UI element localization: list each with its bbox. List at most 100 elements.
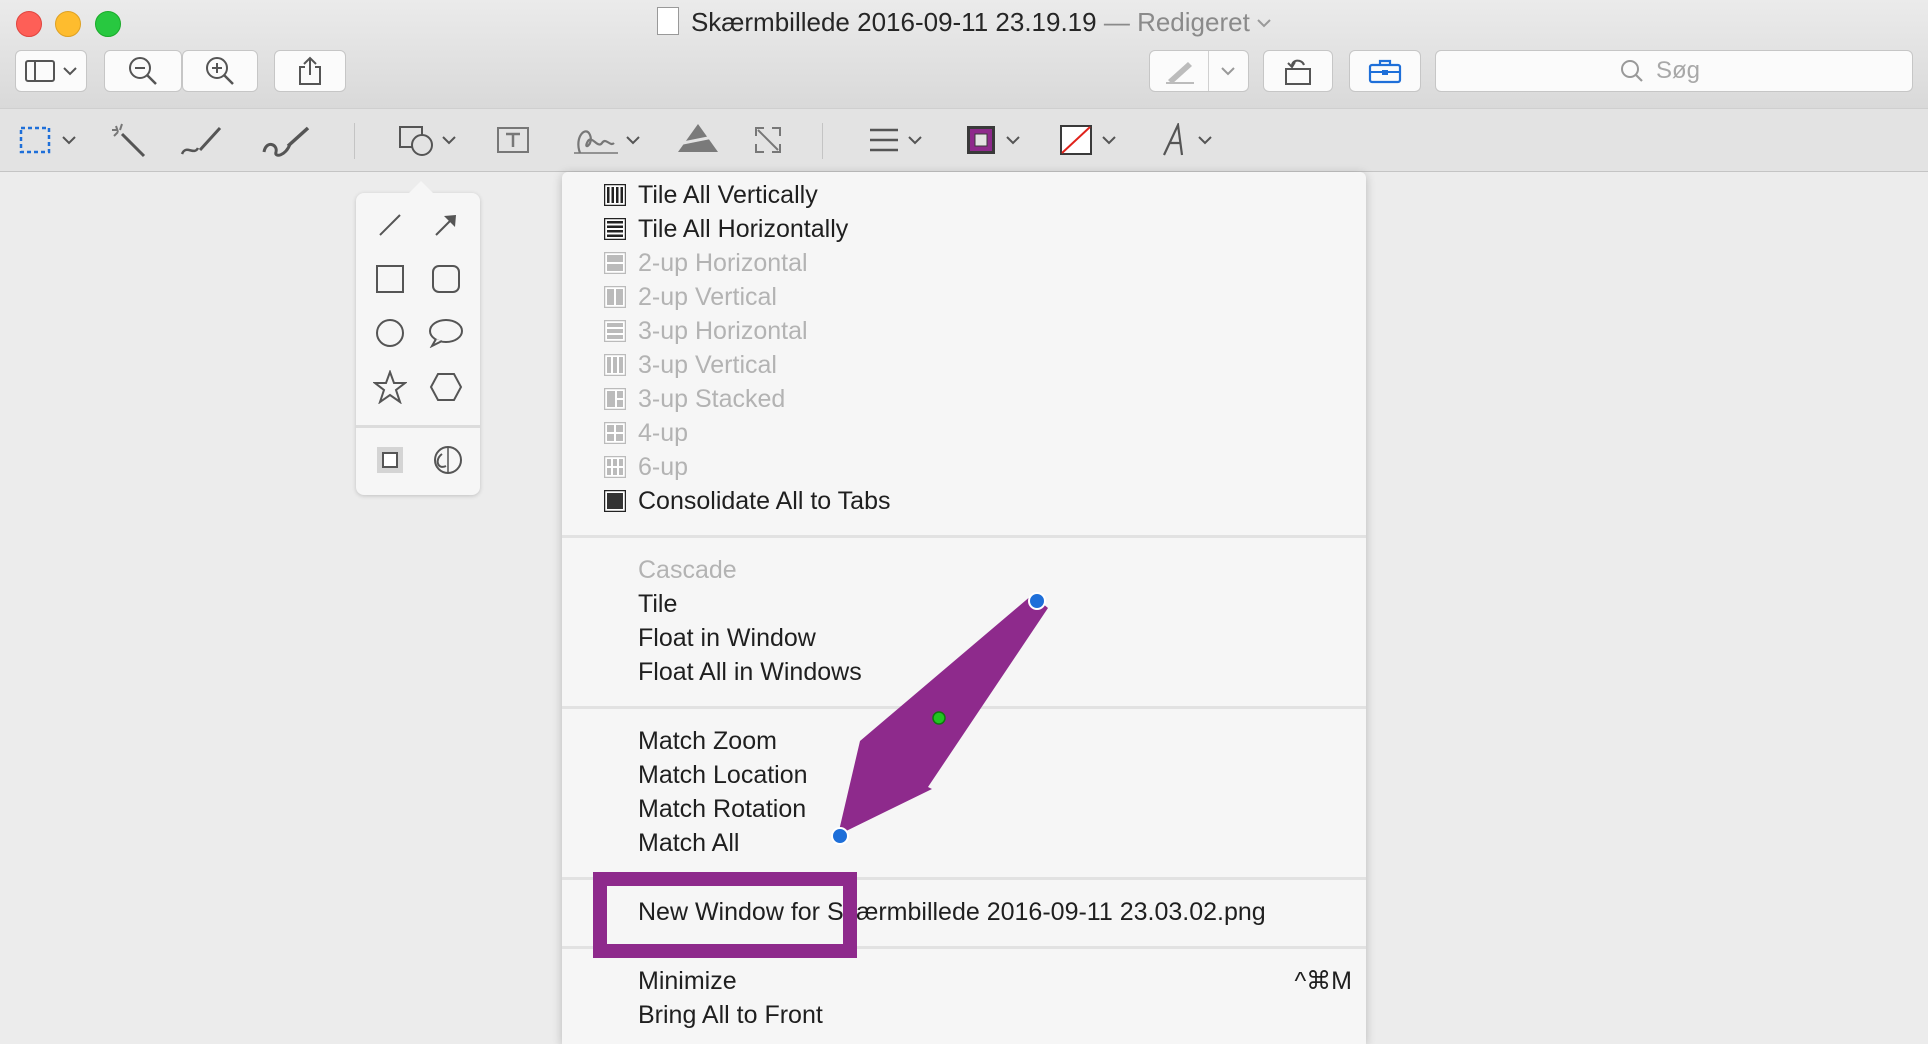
menu-item-match-location[interactable]: Match Location	[638, 758, 808, 792]
share-button[interactable]	[274, 50, 346, 92]
mask-shape-button[interactable]	[368, 438, 412, 482]
zoom-in-button[interactable]	[182, 50, 258, 92]
search-icon	[1621, 60, 1643, 82]
adjust-color-button[interactable]	[676, 121, 720, 159]
menu-separator	[562, 877, 1366, 880]
fill-color-icon	[1060, 125, 1092, 155]
instant-alpha-icon	[112, 123, 146, 158]
instant-alpha-button[interactable]	[110, 121, 148, 159]
two-up-vertical-icon	[604, 286, 626, 308]
signature-tool-button[interactable]	[572, 121, 640, 159]
menu-item-new-window-for-file[interactable]: New Window for Skærmbillede 2016-09-11 2…	[638, 895, 1266, 929]
line-style-button[interactable]	[868, 121, 922, 159]
menu-item-match-zoom[interactable]: Match Zoom	[638, 724, 777, 758]
menu-item-label: Match All	[638, 829, 740, 857]
rounded-rectangle-shape-button[interactable]	[424, 257, 468, 301]
text-icon	[497, 127, 529, 153]
sidebar-view-button[interactable]	[15, 50, 87, 92]
zoom-in-icon	[206, 57, 234, 85]
menu-item-tile-all-vertically[interactable]: Tile All Vertically	[604, 178, 818, 212]
line-shape-button[interactable]	[368, 203, 412, 247]
toolbox-button[interactable]	[1349, 50, 1421, 92]
menu-item-tile[interactable]: Tile	[638, 587, 677, 621]
star-icon	[373, 370, 407, 404]
menu-item-label: 2-up Horizontal	[638, 249, 808, 277]
menu-item-bring-all-to-front[interactable]: Bring All to Front	[638, 998, 823, 1032]
speech-bubble-shape-button[interactable]	[424, 311, 468, 355]
four-up-icon	[604, 422, 626, 444]
tile-vertically-icon	[604, 184, 626, 206]
menu-item-float-in-window[interactable]: Float in Window	[638, 621, 816, 655]
six-up-icon	[604, 456, 626, 478]
border-color-button[interactable]	[966, 121, 1020, 159]
edited-status[interactable]: — Redigeret	[1104, 7, 1250, 37]
rotate-button[interactable]	[1263, 50, 1333, 92]
menu-item-float-all-in-windows[interactable]: Float All in Windows	[638, 655, 862, 689]
window-title: Skærmbillede 2016-09-11 23.19.19 — Redig…	[0, 7, 1928, 38]
minimize-shortcut: ^⌘M	[1294, 967, 1352, 995]
text-style-button[interactable]	[1160, 121, 1212, 159]
hexagon-icon	[429, 373, 463, 401]
share-icon	[299, 56, 321, 85]
adjust-color-icon	[677, 124, 719, 152]
menu-separator	[562, 535, 1366, 538]
signature-icon	[574, 130, 618, 154]
window-title-text: Skærmbillede 2016-09-11 23.19.19	[690, 7, 1097, 37]
arrow-shape-button[interactable]	[424, 203, 468, 247]
menu-item-2-up-horizontal: 2-up Horizontal	[604, 246, 808, 280]
border-color-icon	[967, 126, 995, 154]
search-field[interactable]	[1435, 50, 1913, 92]
menu-item-label: Bring All to Front	[638, 1001, 823, 1029]
menu-item-label: Match Rotation	[638, 795, 807, 823]
menu-item-tile-all-horizontally[interactable]: Tile All Horizontally	[604, 212, 848, 246]
zoom-out-button[interactable]	[104, 50, 182, 92]
chevron-down-icon	[63, 67, 77, 76]
chevron-down-icon	[1102, 136, 1116, 145]
chevron-down-icon[interactable]	[1257, 18, 1271, 28]
menu-item-label: Match Zoom	[638, 727, 777, 755]
shapes-tool-button[interactable]	[398, 121, 456, 159]
chevron-down-icon	[626, 136, 640, 145]
sketch-icon	[180, 126, 222, 155]
rounded-rectangle-icon	[432, 265, 460, 293]
menu-item-3-up-vertical: 3-up Vertical	[604, 348, 777, 382]
menu-separator	[562, 946, 1366, 949]
adjust-size-button[interactable]	[752, 121, 784, 159]
menu-item-consolidate-all-to-tabs[interactable]: Consolidate All to Tabs	[604, 484, 890, 518]
oval-shape-button[interactable]	[368, 311, 412, 355]
rectangle-shape-button[interactable]	[368, 257, 412, 301]
adjust-size-icon	[755, 127, 781, 153]
menu-item-minimize[interactable]: Minimize	[638, 964, 737, 998]
menu-item-match-rotation[interactable]: Match Rotation	[638, 792, 806, 826]
menu-item-label: Cascade	[638, 556, 737, 584]
menu-item-6-up: 6-up	[604, 450, 688, 484]
window-menu: Tile All Vertically Tile All Horizontall…	[562, 172, 1366, 1044]
arrow-icon	[435, 215, 456, 236]
selection-tool-button[interactable]	[18, 121, 76, 159]
chevron-down-icon	[1198, 136, 1212, 145]
draw-tool-button[interactable]	[262, 121, 312, 159]
fill-color-button[interactable]	[1060, 121, 1116, 159]
toolbar-separator	[822, 123, 823, 159]
menu-separator	[562, 706, 1366, 709]
menu-item-label: Tile All Vertically	[638, 181, 818, 209]
menu-item-label: New Window for Skærmbillede 2016-09-11 2…	[638, 898, 1266, 926]
sketch-tool-button[interactable]	[180, 121, 224, 159]
hexagon-shape-button[interactable]	[424, 365, 468, 409]
chevron-down-icon	[442, 136, 456, 145]
search-input[interactable]	[1654, 56, 1728, 86]
markup-pen-button[interactable]	[1149, 50, 1249, 92]
menu-item-label: Float in Window	[638, 624, 816, 652]
shapes-icon	[399, 126, 433, 156]
star-shape-button[interactable]	[368, 365, 412, 409]
text-tool-button[interactable]	[496, 121, 530, 159]
menu-item-2-up-vertical: 2-up Vertical	[604, 280, 777, 314]
menu-item-4-up: 4-up	[604, 416, 688, 450]
toolbar-separator	[354, 123, 355, 159]
menu-item-match-all[interactable]: Match All	[638, 826, 739, 860]
pen-icon	[1165, 62, 1194, 84]
menu-item-label: Match Location	[638, 761, 808, 789]
three-up-vertical-icon	[604, 354, 626, 376]
loupe-shape-button[interactable]	[424, 438, 468, 482]
text-style-icon	[1163, 123, 1184, 156]
